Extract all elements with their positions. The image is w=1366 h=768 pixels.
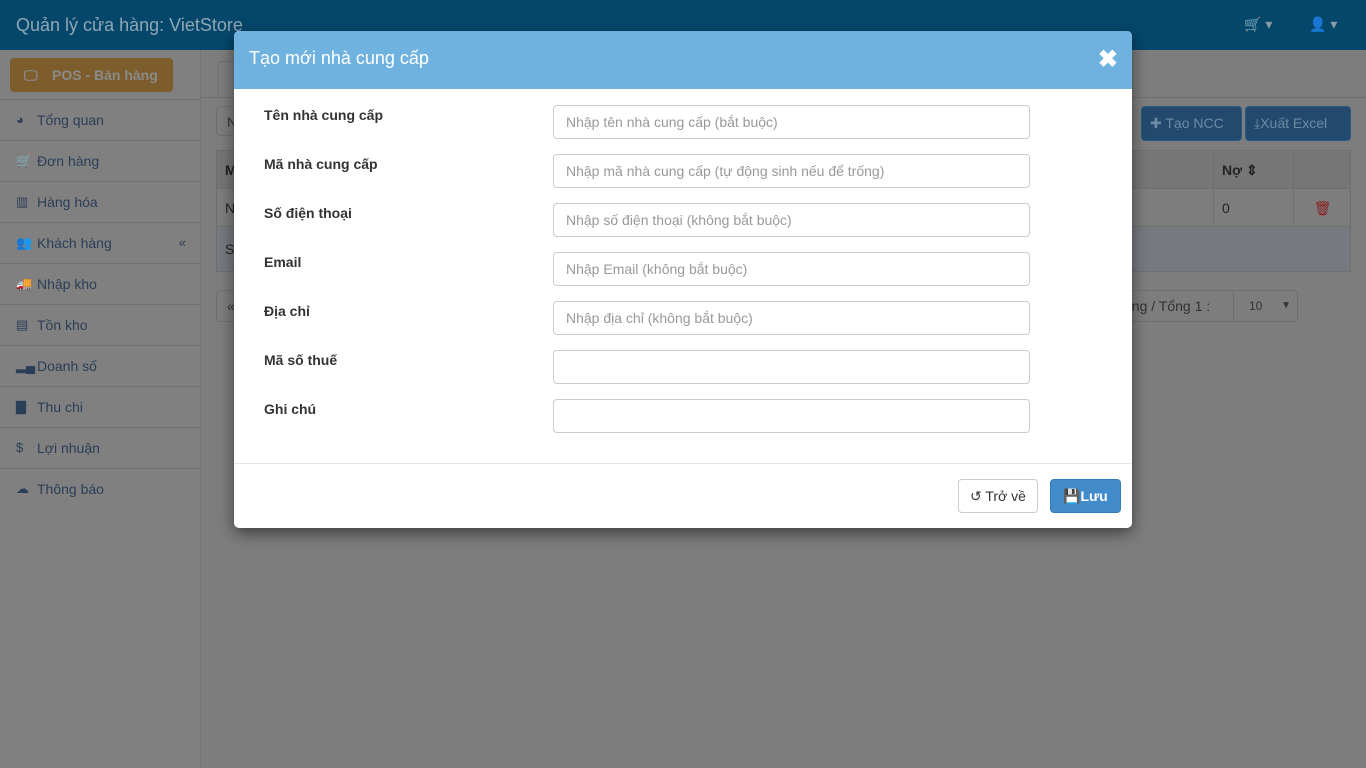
form-row: Mã nhà cung cấp Nhập mã nhà cung cấp (tự … (234, 154, 1132, 188)
cart-icon: 🛒 (1244, 16, 1262, 32)
sort-icon: ⇕ (1245, 162, 1258, 178)
barcode-icon: ▥ (16, 194, 29, 209)
create-supplier-button[interactable]: ✚ Tạo NCC (1141, 106, 1242, 141)
form-row: Tên nhà cung cấp Nhập tên nhà cung cấp (b… (234, 105, 1132, 139)
form-row: Mã số thuế (234, 350, 1132, 384)
field-input[interactable]: Nhập mã nhà cung cấp (tự động sinh nếu đ… (553, 154, 1030, 188)
form-row: Ghi chú (234, 399, 1132, 433)
app-title: Quản lý cửa hàng: VietStore (16, 15, 243, 35)
field-placeholder: Nhập Email (không bắt buộc) (566, 261, 748, 277)
form-row: Email Nhập Email (không bắt buộc) (234, 252, 1132, 286)
sidebar-item[interactable]: 🛒 Đơn hàng (0, 140, 200, 181)
monitor-icon: 🖵 (24, 67, 38, 83)
field-placeholder: Nhập tên nhà cung cấp (bắt buộc) (566, 114, 778, 130)
sidebar-item[interactable]: ▥ Hàng hóa (0, 181, 200, 222)
pos-button[interactable]: 🖵 POS - Bán hàng (10, 58, 173, 92)
sidebar-item-label: Nhập kho (37, 276, 97, 292)
field-label: Số điện thoại (264, 205, 352, 221)
field-placeholder: Nhập số điện thoại (không bắt buộc) (566, 212, 792, 228)
cart-icon: 🛒 (16, 153, 33, 168)
users-icon: 👥 (16, 235, 33, 250)
floppy-icon: 💾 (1063, 488, 1081, 504)
dashboard-icon: ◕ (16, 112, 24, 127)
delete-icon[interactable]: 🗑 (1293, 189, 1351, 226)
form-row: Số điện thoại Nhập số điện thoại (không b… (234, 203, 1132, 237)
cloud-icon: ☁ (16, 481, 29, 496)
dollar-icon: $ (16, 440, 24, 455)
file-icon: ▇ (16, 399, 26, 414)
user-icon: 👤 (1309, 16, 1327, 32)
sidebar-item[interactable]: ▤ Tồn kho (0, 304, 200, 345)
header-debt[interactable]: Nợ ⇕ (1213, 151, 1293, 188)
undo-icon: ↺ (970, 488, 982, 504)
sidebar-item[interactable]: $ Lợi nhuận (0, 427, 200, 468)
chevron-down-icon: ▼ (1281, 300, 1291, 311)
row-debt: 0 (1213, 189, 1293, 226)
sidebar-item[interactable]: 🚚 Nhập kho (0, 263, 200, 304)
sidebar-item-label: Đơn hàng (37, 153, 100, 169)
sidebar-item[interactable]: ☁ Thông báo (0, 468, 200, 509)
user-dropdown[interactable]: 👤 ▾ (1309, 16, 1337, 33)
header-actions (1293, 151, 1351, 188)
truck-icon: 🚚 (16, 276, 33, 291)
sidebar-item-label: Tồn kho (37, 317, 88, 333)
pos-label: POS - Bán hàng (52, 67, 158, 83)
sidebar: 🖵 POS - Bán hàng ◕ Tổng quan 🛒 Đơn hàng ▥ Hàng… (0, 50, 201, 768)
field-placeholder: Nhập mã nhà cung cấp (tự động sinh nếu đ… (566, 163, 885, 179)
field-label: Email (264, 254, 302, 270)
summary-cell: S (225, 241, 235, 257)
row-cell: N (225, 200, 236, 216)
field-label: Mã nhà cung cấp (264, 156, 378, 172)
back-button[interactable]: ↺ Trở về (958, 479, 1038, 513)
modal-header: Tạo mới nhà cung cấp ✖ (234, 31, 1132, 89)
header-debt-label: Nợ (1222, 162, 1243, 178)
field-label: Ghi chú (264, 401, 317, 417)
field-placeholder: Nhập địa chỉ (không bắt buộc) (566, 310, 753, 326)
sidebar-item-label: Doanh số (37, 358, 97, 374)
field-input[interactable]: Nhập tên nhà cung cấp (bắt buộc) (553, 105, 1030, 139)
collapse-icon[interactable]: « (179, 223, 186, 263)
cart-dropdown[interactable]: 🛒 ▾ (1244, 16, 1272, 33)
sidebar-item-label: Khách hàng (37, 235, 112, 251)
sidebar-item-label: Thu chi (37, 399, 83, 415)
sidebar-item[interactable]: ▂▄ Doanh số (0, 345, 200, 386)
modal-title: Tạo mới nhà cung cấp (249, 48, 429, 68)
export-excel-button[interactable]: ⤓Xuất Excel (1245, 106, 1351, 141)
save-label: Lưu (1080, 488, 1108, 504)
sidebar-item[interactable]: ◕ Tổng quan (0, 99, 200, 140)
field-input[interactable] (553, 399, 1030, 433)
close-icon[interactable]: ✖ (1098, 45, 1118, 74)
field-input[interactable] (553, 350, 1030, 384)
field-label: Tên nhà cung cấp (264, 107, 384, 123)
save-button[interactable]: 💾Lưu (1050, 479, 1121, 513)
sidebar-item-label: Thông báo (37, 481, 104, 497)
sidebar-item-label: Hàng hóa (37, 194, 98, 210)
sidebar-item[interactable]: ▇ Thu chi (0, 386, 200, 427)
sidebar-item[interactable]: 👥 Khách hàng « (0, 222, 200, 263)
create-label: Tạo NCC (1165, 115, 1224, 131)
field-input[interactable]: Nhập địa chỉ (không bắt buộc) (553, 301, 1030, 335)
create-supplier-modal: Tạo mới nhà cung cấp ✖ Tên nhà cung cấp N… (234, 31, 1132, 528)
back-label: Trở về (985, 488, 1026, 504)
field-input[interactable]: Nhập Email (không bắt buộc) (553, 252, 1030, 286)
plus-icon: ✚ (1150, 115, 1162, 131)
pagination-text: òng / Tổng 1 : (1124, 298, 1211, 314)
page-size-value: 10 (1249, 299, 1263, 313)
signal-icon: ▂▄ (16, 358, 36, 373)
form-row: Địa chỉ Nhập địa chỉ (không bắt buộc) (234, 301, 1132, 335)
field-label: Địa chỉ (264, 303, 310, 319)
sidebar-item-label: Tổng quan (37, 112, 104, 128)
export-label: Xuất Excel (1260, 115, 1328, 131)
page-size-select[interactable]: 10 ▼ (1233, 290, 1298, 322)
sidebar-item-label: Lợi nhuận (37, 440, 100, 456)
modal-footer-divider (234, 463, 1132, 464)
list-icon: ▤ (16, 317, 29, 332)
field-label: Mã số thuế (264, 352, 338, 368)
field-input[interactable]: Nhập số điện thoại (không bắt buộc) (553, 203, 1030, 237)
